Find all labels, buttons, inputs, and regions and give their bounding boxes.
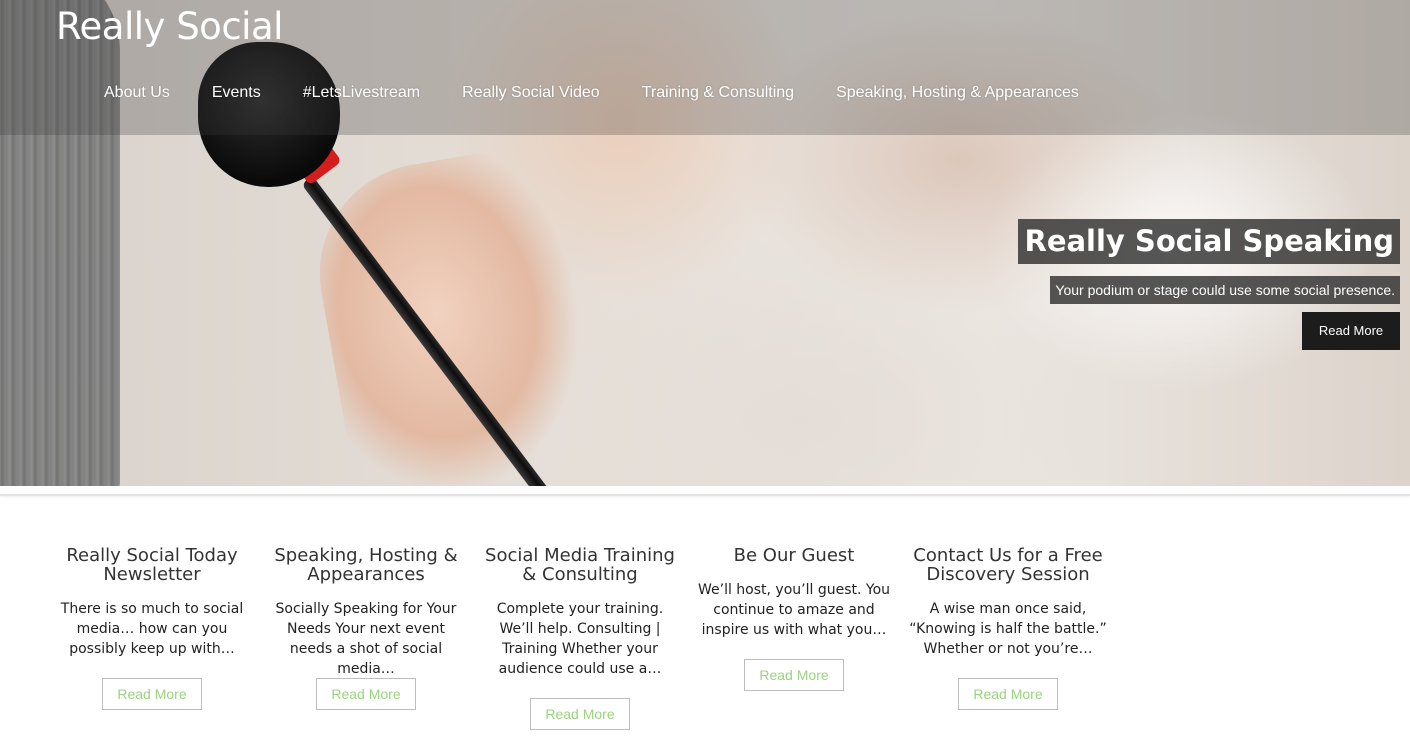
read-more-button[interactable]: Read More [744, 659, 844, 691]
hero-title: Really Social Speaking [1018, 219, 1400, 264]
feature-text: There is so much to social media… how ca… [60, 601, 244, 657]
site-title[interactable]: Really Social [56, 5, 283, 48]
nav-about-us[interactable]: About Us [104, 84, 170, 102]
main-nav: About Us Events #LetsLivestream Really S… [104, 84, 1121, 102]
feature-text: Socially Speaking for Your Needs Your ne… [275, 601, 457, 677]
nav-letslivestream[interactable]: #LetsLivestream [303, 84, 420, 102]
hero-subtitle: Your podium or stage could use some soci… [1050, 276, 1400, 304]
hero-hand-shape [302, 140, 608, 486]
read-more-button[interactable]: Read More [316, 678, 416, 710]
nav-speaking-hosting[interactable]: Speaking, Hosting & Appearances [836, 84, 1079, 102]
feature-speaking: Speaking, Hosting & Appearances Socially… [266, 546, 466, 710]
feature-title: Social Media Training & Consulting [485, 545, 675, 585]
read-more-button[interactable]: Read More [530, 698, 630, 730]
hero-banner: Really Social About Us Events #LetsLives… [0, 0, 1410, 486]
nav-really-social-video[interactable]: Really Social Video [462, 84, 600, 102]
feature-be-our-guest: Be Our Guest We’ll host, you’ll guest. Y… [694, 546, 894, 691]
read-more-button[interactable]: Read More [958, 678, 1058, 710]
feature-text: We’ll host, you’ll guest. You continue t… [697, 582, 891, 638]
feature-title: Contact Us for a Free Discovery Session [913, 545, 1103, 585]
feature-text: A wise man once said, “Knowing is half t… [909, 601, 1107, 657]
feature-training: Social Media Training & Consulting Compl… [480, 546, 680, 730]
nav-training-consulting[interactable]: Training & Consulting [642, 84, 794, 102]
hero-read-more-button[interactable]: Read More [1302, 312, 1400, 350]
feature-newsletter: Really Social Today Newsletter There is … [52, 546, 252, 710]
feature-contact: Contact Us for a Free Discovery Session … [908, 546, 1108, 710]
section-divider [0, 494, 1410, 496]
nav-events[interactable]: Events [212, 84, 261, 102]
feature-title: Really Social Today Newsletter [66, 545, 238, 585]
feature-title: Speaking, Hosting & Appearances [274, 545, 458, 585]
read-more-button[interactable]: Read More [102, 678, 202, 710]
feature-title: Be Our Guest [733, 545, 855, 566]
feature-text: Complete your training. We’ll help. Cons… [496, 601, 664, 677]
